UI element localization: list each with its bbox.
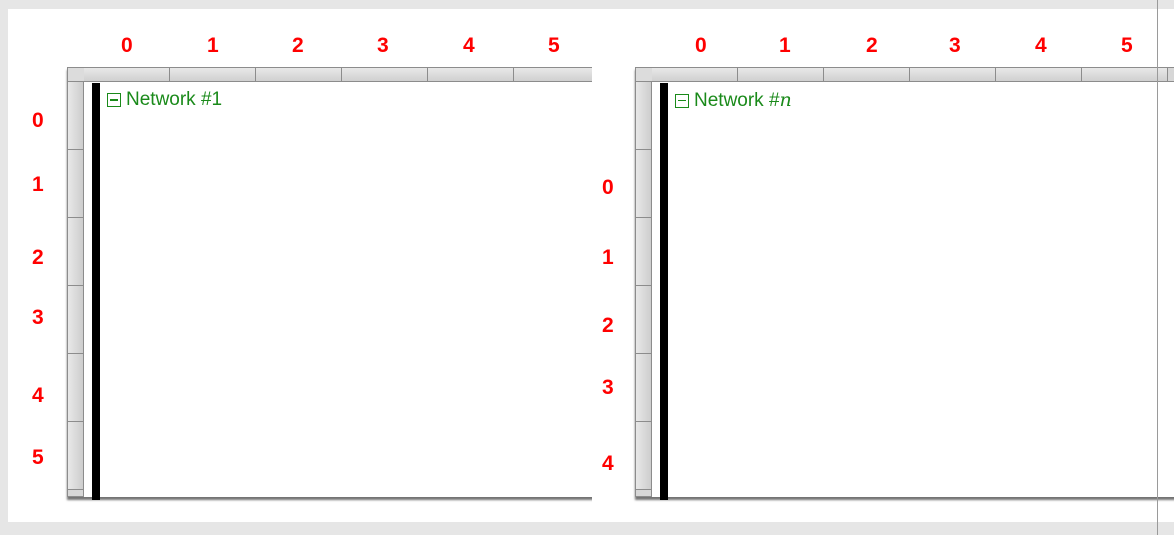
network-number: n — [779, 89, 792, 111]
column-label: 1 — [779, 34, 791, 57]
column-header-cell[interactable] — [428, 68, 514, 81]
left-power-rail — [92, 83, 100, 500]
column-label: 3 — [377, 34, 389, 57]
column-header-cell[interactable] — [1082, 68, 1168, 81]
row-header-bar — [635, 82, 652, 497]
row-header-cell[interactable] — [636, 150, 651, 218]
column-header-cell[interactable] — [738, 68, 824, 81]
network-number: 1 — [211, 89, 223, 110]
collapse-icon[interactable] — [675, 93, 689, 108]
column-header-cell[interactable] — [170, 68, 256, 81]
row-header-cell[interactable] — [68, 82, 83, 150]
network-prefix: Network # — [126, 89, 212, 110]
row-label: 3 — [32, 306, 44, 329]
column-header-cell[interactable] — [996, 68, 1082, 81]
ladder-panel-network-1: 0 1 2 3 4 5 0 1 2 3 4 5 Network #1 — [8, 9, 592, 522]
column-header-cell[interactable] — [514, 68, 592, 81]
column-header-cell[interactable] — [256, 68, 342, 81]
column-label: 5 — [548, 34, 560, 57]
column-label: 3 — [949, 34, 961, 57]
collapse-icon[interactable] — [107, 93, 121, 107]
network-prefix: Network # — [694, 90, 780, 111]
row-label: 1 — [602, 246, 614, 269]
row-header-cell[interactable] — [68, 286, 83, 354]
column-header-cell[interactable] — [652, 68, 738, 81]
row-label: 0 — [32, 109, 44, 132]
row-header-cell[interactable] — [636, 286, 651, 354]
column-header-bar — [67, 67, 592, 82]
column-label: 2 — [866, 34, 878, 57]
column-label: 4 — [1035, 34, 1047, 57]
row-label: 0 — [602, 176, 614, 199]
row-label: 4 — [602, 452, 614, 475]
row-label: 4 — [32, 384, 44, 407]
row-label: 5 — [32, 446, 44, 469]
row-label: 2 — [602, 314, 614, 337]
network-title: Network #n — [675, 89, 792, 112]
left-power-rail — [660, 83, 668, 500]
column-label: 0 — [695, 34, 707, 57]
row-label: 1 — [32, 173, 44, 196]
column-label: 1 — [207, 34, 219, 57]
ladder-panel-network-n: 0 1 2 3 4 5 0 1 2 3 4 Network #n — [592, 9, 1174, 522]
row-header-cell[interactable] — [68, 150, 83, 218]
column-label: 4 — [463, 34, 475, 57]
row-header-bar — [67, 82, 84, 497]
column-header-cell[interactable] — [84, 68, 170, 81]
column-header-bar — [635, 67, 1174, 82]
row-label: 2 — [32, 246, 44, 269]
header-corner — [68, 68, 85, 81]
network-title: Network #1 — [107, 89, 222, 111]
row-header-cell[interactable] — [636, 422, 651, 490]
row-label: 3 — [602, 376, 614, 399]
row-header-cell[interactable] — [636, 218, 651, 286]
column-label: 0 — [121, 34, 133, 57]
column-header-cell[interactable] — [342, 68, 428, 81]
row-header-cell[interactable] — [636, 82, 651, 150]
row-header-cell[interactable] — [636, 354, 651, 422]
column-label: 2 — [292, 34, 304, 57]
ladder-grid[interactable]: Network #1 — [67, 67, 592, 500]
header-corner — [636, 68, 653, 81]
column-label: 5 — [1121, 34, 1133, 57]
ladder-grid[interactable]: Network #n — [635, 67, 1174, 500]
row-header-cell[interactable] — [68, 218, 83, 286]
divider-line — [1157, 0, 1158, 535]
column-header-cell[interactable] — [824, 68, 910, 81]
network-label: Network #n — [694, 89, 792, 112]
column-header-cell[interactable] — [910, 68, 996, 81]
row-header-cell[interactable] — [68, 354, 83, 422]
row-header-cell[interactable] — [68, 422, 83, 490]
canvas: 0 1 2 3 4 5 0 1 2 3 4 5 Network #1 0 1 2… — [8, 9, 1174, 522]
network-label: Network #1 — [126, 89, 222, 111]
